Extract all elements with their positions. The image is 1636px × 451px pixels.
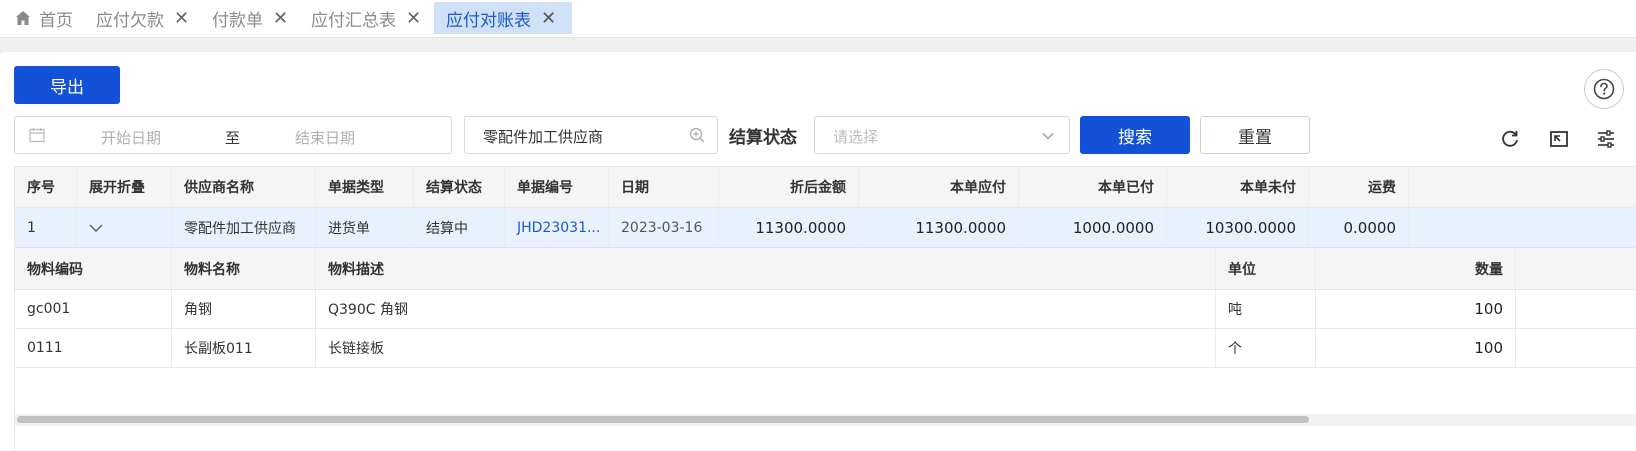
cell-filler [1516, 290, 1636, 328]
cell-material-code: 0111 [15, 329, 172, 367]
start-date-input[interactable]: 开始日期 [101, 127, 161, 148]
close-icon[interactable]: ✕ [174, 8, 189, 29]
zoom-in-icon[interactable] [689, 127, 705, 143]
cell-unit: 吨 [1216, 290, 1316, 328]
column-header: 单据编号 [505, 167, 609, 207]
cell-filler [1516, 329, 1636, 367]
tab-payment-order[interactable]: 付款单 ✕ [212, 2, 288, 34]
tab-bar: 首页 应付欠款 ✕ 付款单 ✕ 应付汇总表 ✕ 应付对账表 ✕ [0, 0, 1636, 38]
cell-quantity: 100 [1316, 290, 1516, 328]
doc-number-link[interactable]: JHD23031... [505, 208, 609, 247]
table-header: 序号 展开折叠 供应商名称 单据类型 结算状态 单据编号 日期 折后金额 本单应… [15, 166, 1636, 208]
close-icon[interactable]: ✕ [273, 8, 288, 29]
status-placeholder: 请选择 [833, 128, 879, 146]
close-icon[interactable]: ✕ [406, 8, 421, 29]
detail-row[interactable]: gc001 角钢 Q390C 角钢 吨 100 [15, 290, 1636, 329]
main-panel: 导出 开始日期 至 结束日期 零配件加工供应商 结算状态 请选择 搜索 重置 序… [0, 52, 1636, 451]
column-header: 本单未付 [1167, 167, 1309, 207]
cell-status: 结算中 [414, 208, 505, 247]
help-button[interactable] [1584, 69, 1624, 109]
cell-filler [1409, 208, 1636, 247]
column-header: 本单已付 [1019, 167, 1167, 207]
calendar-icon [29, 128, 45, 143]
cell-material-name: 角钢 [172, 290, 316, 328]
close-icon[interactable]: ✕ [541, 8, 556, 29]
column-header: 物料描述 [316, 248, 1216, 289]
range-separator: 至 [225, 129, 241, 147]
cell-paid: 1000.0000 [1019, 208, 1167, 247]
status-label: 结算状态 [729, 128, 797, 148]
cell-material-name: 长副板011 [172, 329, 316, 367]
column-header: 本单应付 [859, 167, 1019, 207]
detail-header: 物料编码 物料名称 物料描述 单位 数量 [15, 248, 1636, 290]
column-header: 日期 [609, 167, 719, 207]
reconciliation-table: 序号 展开折叠 供应商名称 单据类型 结算状态 单据编号 日期 折后金额 本单应… [14, 166, 1636, 451]
reset-button[interactable]: 重置 [1200, 116, 1310, 154]
horizontal-scrollbar[interactable] [15, 414, 1636, 426]
tab-payable-summary[interactable]: 应付汇总表 ✕ [311, 2, 421, 34]
tab-home[interactable]: 首页 [15, 2, 73, 34]
fullscreen-icon[interactable] [1549, 129, 1569, 149]
cell-material-desc: Q390C 角钢 [316, 290, 1216, 328]
cell-supplier: 零配件加工供应商 [172, 208, 316, 247]
chevron-down-icon [1042, 133, 1054, 140]
cell-doc-type: 进货单 [316, 208, 414, 247]
tab-label: 应付欠款 [96, 10, 164, 31]
column-header: 结算状态 [414, 167, 505, 207]
tab-label: 首页 [39, 10, 73, 31]
date-range-picker[interactable]: 开始日期 至 结束日期 [14, 116, 452, 154]
column-header: 数量 [1316, 248, 1516, 289]
chevron-down-icon[interactable] [89, 223, 103, 233]
tab-label: 应付对账表 [446, 10, 531, 31]
cell-material-code: gc001 [15, 290, 172, 328]
cell-unit: 个 [1216, 329, 1316, 367]
home-icon [16, 11, 30, 25]
column-header: 物料名称 [172, 248, 316, 289]
column-header-filler [1409, 167, 1636, 207]
supplier-value: 零配件加工供应商 [483, 128, 604, 146]
export-button[interactable]: 导出 [14, 66, 120, 104]
cell-discounted-amount: 11300.0000 [719, 208, 859, 247]
column-header-filler [1516, 248, 1636, 289]
column-header: 序号 [15, 167, 77, 207]
settings-icon[interactable] [1596, 129, 1616, 149]
status-select[interactable]: 请选择 [814, 116, 1070, 154]
expand-toggle[interactable] [77, 208, 172, 247]
column-header: 运费 [1309, 167, 1409, 207]
column-header: 单据类型 [316, 167, 414, 207]
column-header: 供应商名称 [172, 167, 316, 207]
tab-label: 应付汇总表 [311, 10, 396, 31]
end-date-input[interactable]: 结束日期 [295, 127, 355, 148]
cell-payable: 11300.0000 [859, 208, 1019, 247]
search-button[interactable]: 搜索 [1080, 116, 1190, 154]
supplier-input[interactable]: 零配件加工供应商 [464, 116, 718, 154]
tab-label: 付款单 [212, 10, 263, 31]
cell-freight: 0.0000 [1309, 208, 1409, 247]
cell-index: 1 [15, 208, 77, 247]
cell-date: 2023-03-16 [609, 208, 719, 247]
cell-material-desc: 长链接板 [316, 329, 1216, 367]
cell-unpaid: 10300.0000 [1167, 208, 1309, 247]
scrollbar-thumb[interactable] [17, 416, 1309, 423]
column-header: 折后金额 [719, 167, 859, 207]
column-header: 物料编码 [15, 248, 172, 289]
tab-payable-reconciliation[interactable]: 应付对账表 ✕ [434, 2, 573, 34]
refresh-icon[interactable] [1500, 129, 1520, 149]
help-icon [1593, 78, 1615, 100]
column-header: 单位 [1216, 248, 1316, 289]
detail-row[interactable]: 0111 长副板011 长链接板 个 100 [15, 329, 1636, 368]
cell-quantity: 100 [1316, 329, 1516, 367]
tab-payable-debt[interactable]: 应付欠款 ✕ [96, 2, 189, 34]
table-row[interactable]: 1 零配件加工供应商 进货单 结算中 JHD23031... 2023-03-1… [15, 208, 1636, 248]
column-header: 展开折叠 [77, 167, 172, 207]
